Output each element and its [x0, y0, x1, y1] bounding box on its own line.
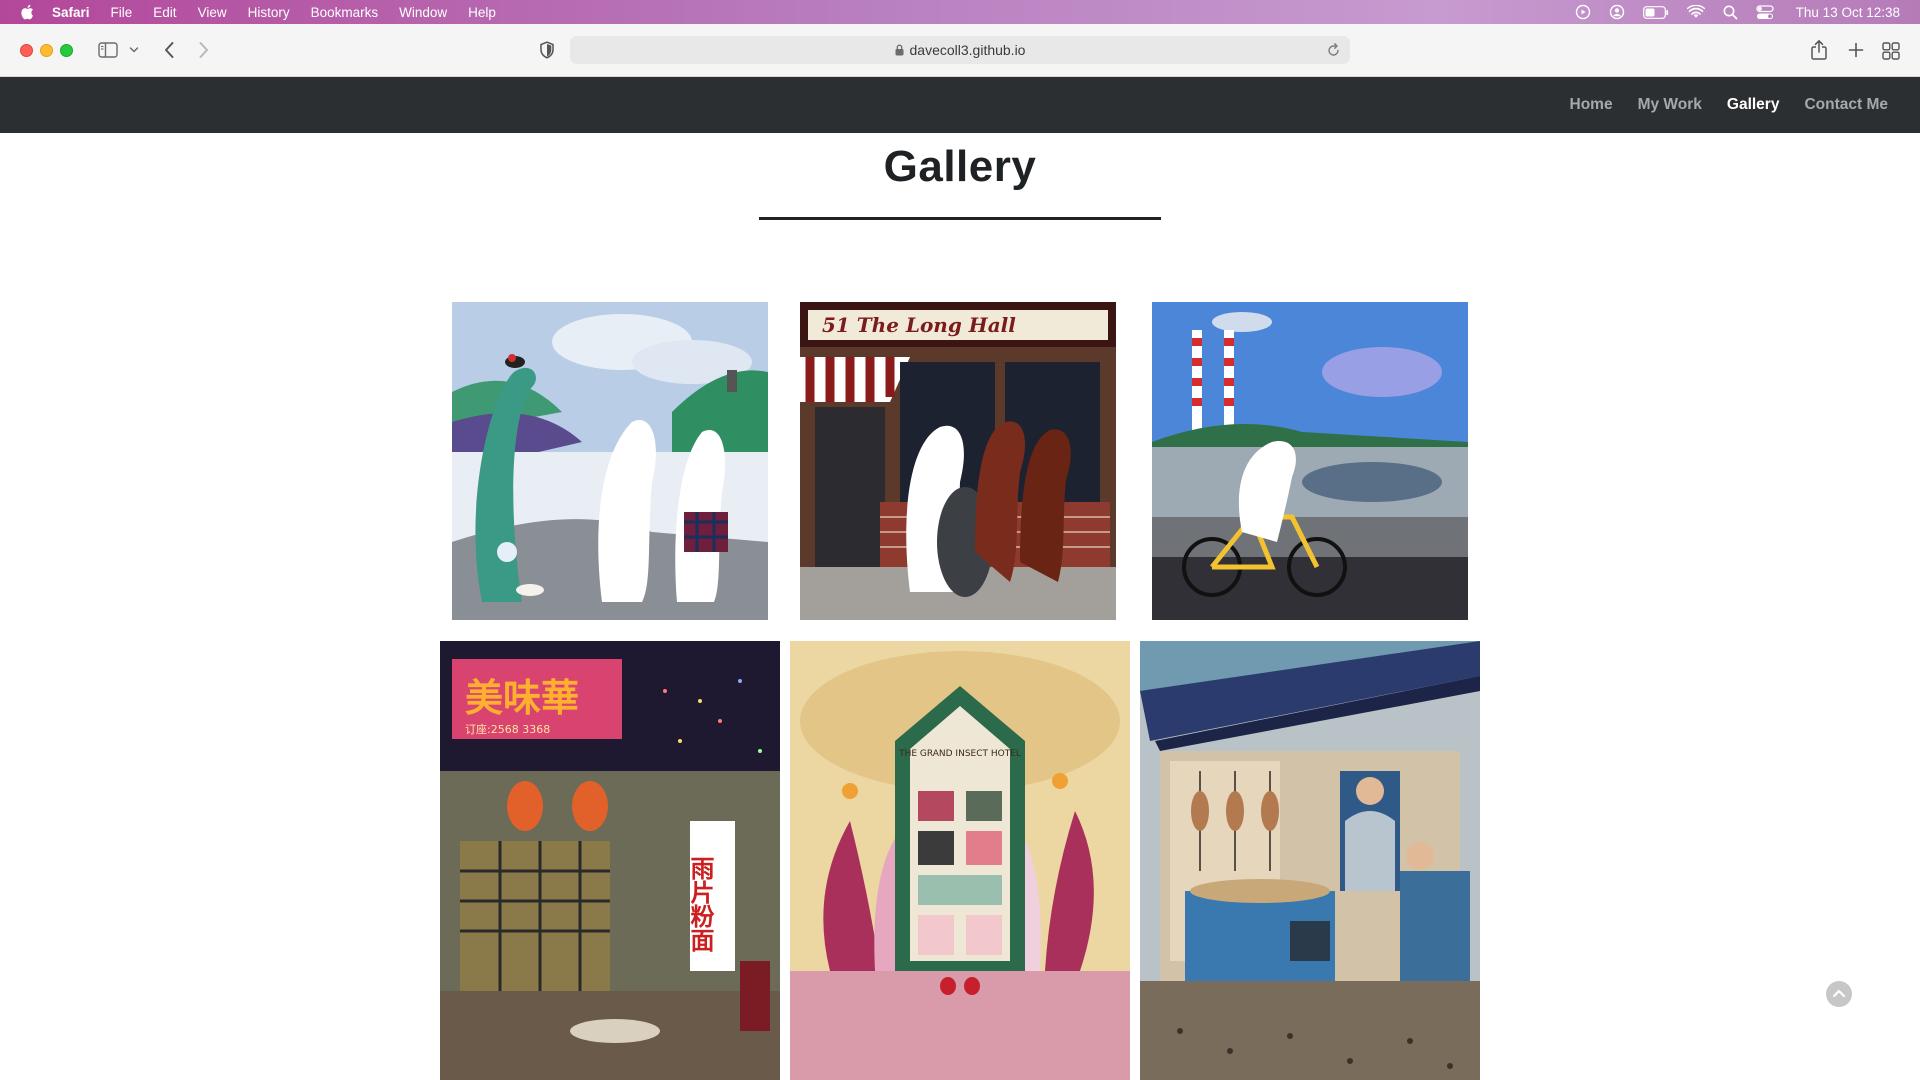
screen-record-icon[interactable] — [1575, 4, 1591, 20]
menu-window[interactable]: Window — [399, 5, 447, 20]
street-banner-text: 雨片粉面 — [686, 856, 714, 952]
window-minimize-button[interactable] — [40, 44, 53, 57]
menu-view[interactable]: View — [198, 5, 227, 20]
forward-icon[interactable] — [198, 41, 210, 59]
insect-hotel-sign-text: THE GRAND INSECT HOTEL — [898, 749, 1021, 759]
nav-link-my-work[interactable]: My Work — [1638, 96, 1702, 114]
restaurant-phone-text: 订座:2568 3368 — [465, 722, 550, 736]
reload-icon[interactable] — [1327, 43, 1340, 60]
gallery-image-insect-hotel[interactable]: THE GRAND INSECT HOTEL — [790, 641, 1130, 1080]
menu-bar-clock[interactable]: Thu 13 Oct 12:38 — [1796, 5, 1900, 20]
nav-link-gallery[interactable]: Gallery — [1727, 96, 1780, 114]
chevron-down-icon[interactable] — [129, 46, 139, 54]
new-tab-icon[interactable] — [1848, 42, 1864, 58]
window-close-button[interactable] — [20, 44, 33, 57]
share-icon[interactable] — [1810, 39, 1828, 61]
gallery-image-market-stall[interactable] — [1140, 641, 1480, 1080]
restaurant-sign-text: 美味華 — [465, 676, 579, 720]
title-underline — [759, 217, 1161, 220]
gallery-image-loch-ness-tea[interactable] — [452, 302, 768, 620]
privacy-shield-icon[interactable] — [539, 41, 555, 59]
page-title: Gallery — [883, 142, 1037, 191]
address-bar-url: davecoll3.github.io — [909, 42, 1026, 58]
gallery-image-bicycle-chimneys[interactable] — [1152, 302, 1468, 620]
nav-link-home[interactable]: Home — [1570, 96, 1613, 114]
menu-bar-status-area: Thu 13 Oct 12:38 — [1575, 0, 1900, 24]
apple-icon[interactable] — [20, 4, 34, 20]
browser-toolbar: davecoll3.github.io — [0, 24, 1920, 77]
site-navbar: Home My Work Gallery Contact Me — [0, 77, 1920, 133]
menu-bookmarks[interactable]: Bookmarks — [311, 5, 379, 20]
scroll-to-top-button[interactable] — [1826, 981, 1852, 1007]
chevron-up-icon — [1832, 985, 1846, 1003]
control-center-icon[interactable] — [1756, 4, 1774, 20]
back-icon[interactable] — [163, 41, 175, 59]
wifi-icon[interactable] — [1686, 5, 1705, 19]
battery-icon[interactable] — [1642, 5, 1669, 19]
macos-menu-bar: Safari File Edit View History Bookmarks … — [0, 0, 1920, 24]
spotlight-search-icon[interactable] — [1723, 5, 1738, 20]
sidebar-icon[interactable] — [98, 42, 118, 58]
menu-help[interactable]: Help — [468, 5, 496, 20]
lock-icon — [895, 44, 904, 56]
menu-file[interactable]: File — [111, 5, 133, 20]
menu-edit[interactable]: Edit — [153, 5, 176, 20]
tab-overview-icon[interactable] — [1882, 42, 1900, 60]
window-zoom-button[interactable] — [60, 44, 73, 57]
menu-history[interactable]: History — [248, 5, 290, 20]
address-bar[interactable]: davecoll3.github.io — [570, 36, 1350, 64]
pub-sign-text: 51 The Long Hall — [822, 313, 1016, 337]
gallery-image-long-hall-pub[interactable]: 51 The Long Hall — [800, 302, 1116, 620]
gallery-image-neon-street[interactable]: 美味華 订座:2568 3368 雨片粉面 — [440, 641, 780, 1080]
menu-app-name[interactable]: Safari — [52, 5, 90, 20]
user-icon[interactable] — [1609, 4, 1625, 20]
site-nav-links: Home My Work Gallery Contact Me — [1570, 77, 1889, 133]
nav-link-contact-me[interactable]: Contact Me — [1804, 96, 1888, 114]
